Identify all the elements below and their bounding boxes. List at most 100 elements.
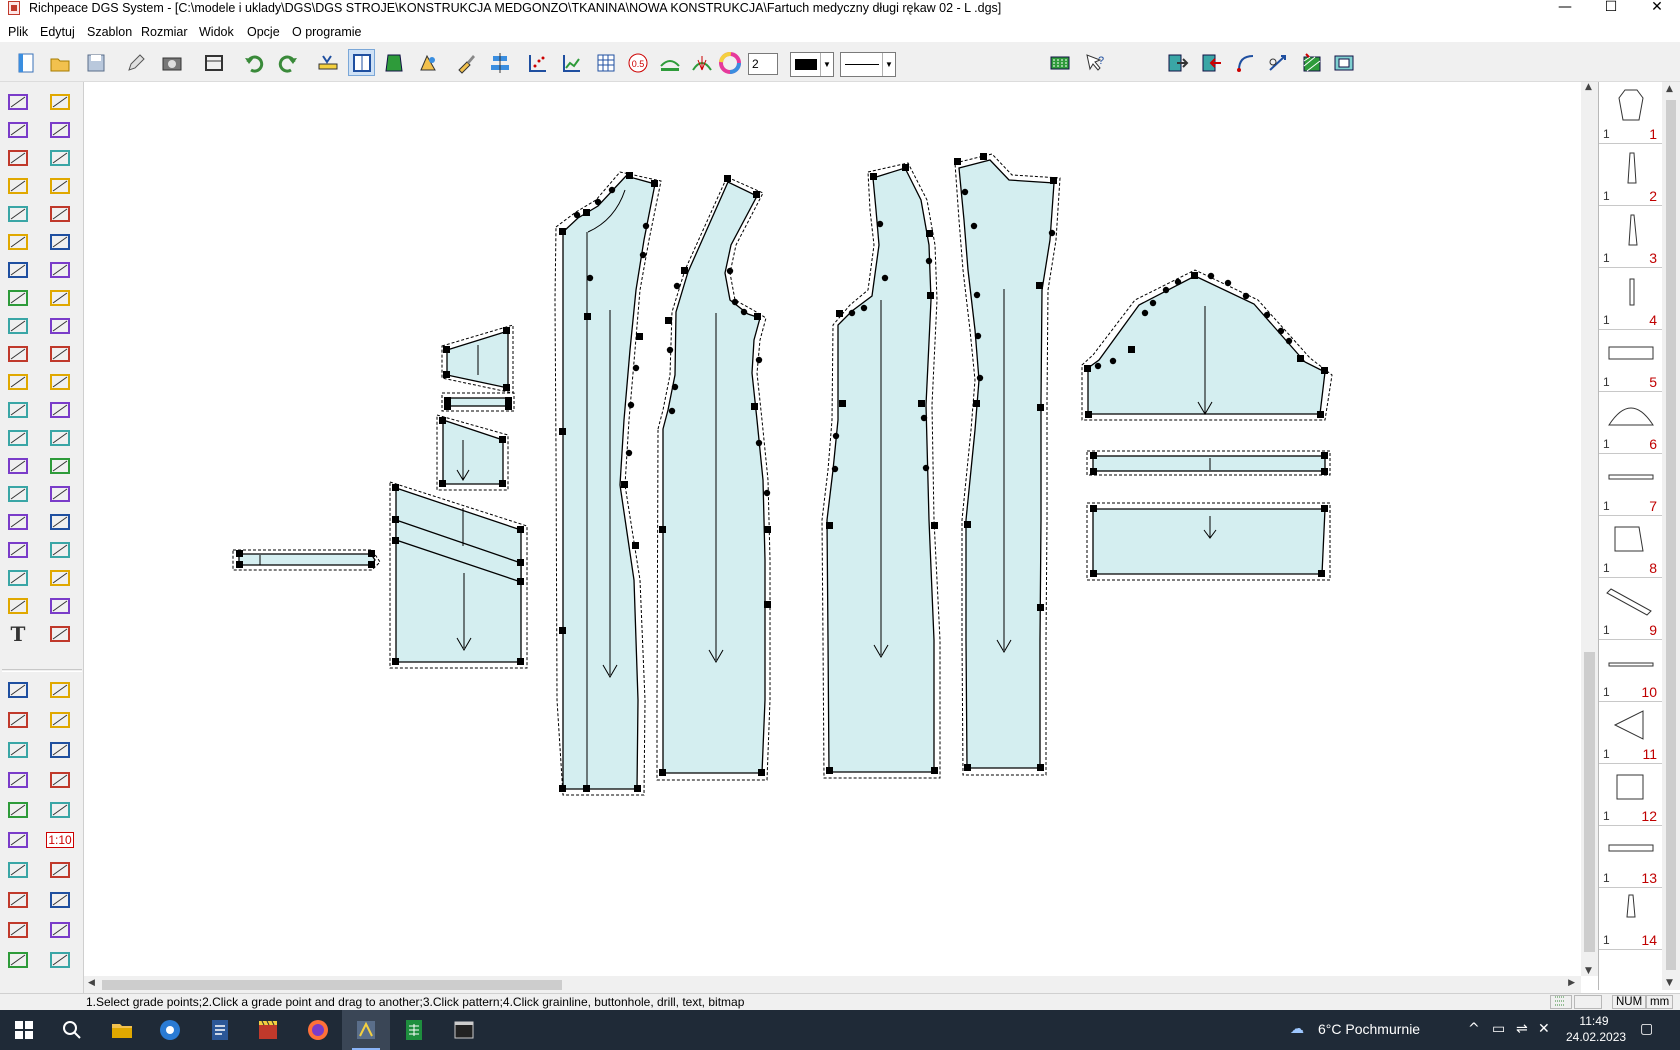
frame-icon[interactable] bbox=[1330, 49, 1357, 76]
line-style-select[interactable]: ▼ bbox=[840, 52, 896, 77]
piece-thumbnail[interactable]: 1 14 bbox=[1599, 888, 1662, 950]
piece-thumbnail[interactable]: 1 13 bbox=[1599, 826, 1662, 888]
cuff-strip-piece[interactable] bbox=[1086, 450, 1331, 476]
clock[interactable]: 11:49 24.02.2023 bbox=[1566, 1013, 1626, 1045]
scroll-up-icon[interactable]: ▲ bbox=[1585, 82, 1592, 92]
pleat-fan-icon[interactable] bbox=[46, 620, 74, 648]
new-file-icon[interactable] bbox=[12, 49, 39, 76]
split-icon[interactable] bbox=[46, 424, 74, 452]
protractor-icon[interactable] bbox=[46, 676, 74, 704]
sleeve-piece[interactable] bbox=[1081, 269, 1333, 421]
maximize-button[interactable]: ☐ bbox=[1588, 0, 1634, 17]
menu-rozmiar[interactable]: Rozmiar bbox=[141, 24, 188, 40]
network-icon[interactable]: ⇌ bbox=[1516, 1021, 1528, 1037]
file-explorer-icon[interactable] bbox=[98, 1010, 146, 1050]
rectangle-icon[interactable] bbox=[4, 144, 32, 172]
cross-point-icon[interactable] bbox=[4, 200, 32, 228]
double-line-icon[interactable] bbox=[4, 856, 32, 884]
terminal-icon[interactable] bbox=[440, 1010, 488, 1050]
cuff-piece[interactable] bbox=[1086, 502, 1331, 581]
pattern-view-icon[interactable] bbox=[348, 49, 375, 76]
import-icon[interactable] bbox=[1198, 49, 1225, 76]
scroll-left-icon[interactable]: ◀ bbox=[88, 978, 95, 988]
small-pocket-piece[interactable] bbox=[436, 414, 509, 491]
piece-list-scroll-thumb[interactable] bbox=[1666, 100, 1676, 970]
scissors-cut-icon[interactable] bbox=[4, 536, 32, 564]
belt-strip-piece[interactable] bbox=[441, 392, 515, 412]
word-icon[interactable] bbox=[196, 1010, 244, 1050]
pocket-top-piece[interactable] bbox=[441, 324, 514, 394]
table-icon[interactable] bbox=[46, 946, 74, 974]
canvas-horizontal-scrollbar[interactable]: ◀ ▶ bbox=[84, 976, 1581, 993]
export-icon[interactable] bbox=[1164, 49, 1191, 76]
stretch-icon[interactable] bbox=[46, 508, 74, 536]
open-folder-icon[interactable] bbox=[46, 49, 73, 76]
seam-icon[interactable] bbox=[46, 564, 74, 592]
sew-icon[interactable] bbox=[46, 340, 74, 368]
horizontal-scroll-thumb[interactable] bbox=[102, 980, 562, 990]
measure-icon[interactable] bbox=[46, 228, 74, 256]
pleat-icon[interactable] bbox=[46, 536, 74, 564]
compass-icon[interactable] bbox=[4, 256, 32, 284]
dgs-app-icon[interactable] bbox=[342, 1010, 390, 1050]
list-icon[interactable] bbox=[4, 592, 32, 620]
h-line-icon[interactable] bbox=[4, 826, 32, 854]
align-icon[interactable] bbox=[486, 49, 513, 76]
pen-color-select[interactable]: ▼ bbox=[790, 52, 834, 77]
weather-text[interactable]: 6°C Pochmurnie bbox=[1318, 1021, 1420, 1037]
piece-thumbnail[interactable]: 1 3 bbox=[1599, 206, 1662, 268]
line-width-input[interactable]: 2 bbox=[748, 53, 778, 75]
piece-thumbnail[interactable]: 1 7 bbox=[1599, 454, 1662, 516]
piece-list-scrollbar[interactable]: ▲ ▼ bbox=[1662, 82, 1680, 990]
fill-piece-icon[interactable] bbox=[380, 49, 407, 76]
search-icon[interactable] bbox=[48, 1010, 96, 1050]
volume-muted-icon[interactable]: ✕ bbox=[1538, 1021, 1550, 1037]
pattern-canvas[interactable]: .piece { stroke: #000; stroke-width: 1.3… bbox=[84, 82, 1580, 976]
help-icon[interactable]: ? bbox=[1080, 49, 1107, 76]
menu-szablon[interactable]: Szablon bbox=[87, 24, 132, 40]
square-point-icon[interactable] bbox=[4, 766, 32, 794]
curve-tool-icon[interactable] bbox=[1232, 49, 1259, 76]
pocket-piece[interactable] bbox=[389, 481, 528, 669]
brush-icon[interactable] bbox=[452, 49, 479, 76]
canvas-vertical-scrollbar[interactable]: ▲ ▼ bbox=[1581, 82, 1598, 976]
fan-curve-icon[interactable] bbox=[688, 49, 715, 76]
vertical-scroll-thumb[interactable] bbox=[1584, 652, 1595, 952]
collar-piece[interactable] bbox=[232, 549, 381, 571]
node-line-icon[interactable] bbox=[4, 916, 32, 944]
menu-edytuj[interactable]: Edytuj bbox=[40, 24, 75, 40]
piece-arrow-icon[interactable] bbox=[46, 796, 74, 824]
duplicate-piece-icon[interactable] bbox=[46, 200, 74, 228]
cloud-icon[interactable]: ☁ bbox=[1290, 1021, 1304, 1037]
print-frame-icon[interactable] bbox=[200, 49, 227, 76]
trapezoid-icon[interactable] bbox=[4, 706, 32, 734]
minimize-button[interactable]: — bbox=[1542, 0, 1588, 17]
scroll-down-icon[interactable]: ▼ bbox=[1585, 966, 1592, 976]
rotate-tool-icon[interactable] bbox=[1264, 49, 1291, 76]
step-line-icon[interactable] bbox=[4, 886, 32, 914]
paint-bucket-icon[interactable] bbox=[46, 396, 74, 424]
select-arrow-icon[interactable] bbox=[4, 88, 32, 116]
back-piece[interactable] bbox=[954, 153, 1061, 776]
dart-icon[interactable] bbox=[46, 368, 74, 396]
piece-thumbnail[interactable]: 1 11 bbox=[1599, 702, 1662, 764]
ruler-grade-icon[interactable] bbox=[314, 49, 341, 76]
piece-thumbnail[interactable]: 1 8 bbox=[1599, 516, 1662, 578]
smooth-curve-icon[interactable] bbox=[46, 916, 74, 944]
measure-curve-icon[interactable] bbox=[656, 49, 683, 76]
grid-table-icon[interactable] bbox=[592, 49, 619, 76]
piece-thumbnail[interactable]: 1 10 bbox=[1599, 640, 1662, 702]
scroll-up-icon[interactable]: ▲ bbox=[1666, 84, 1673, 94]
front-piece[interactable] bbox=[554, 171, 662, 796]
save-icon[interactable] bbox=[82, 49, 109, 76]
piece-thumbnail[interactable]: 1 6 bbox=[1599, 392, 1662, 454]
menu-widok[interactable]: Widok bbox=[199, 24, 234, 40]
scroll-right-icon[interactable]: ▶ bbox=[1568, 978, 1575, 988]
triangle-ruler-icon[interactable] bbox=[4, 946, 32, 974]
menu-o-programie[interactable]: O programie bbox=[292, 24, 361, 40]
select-box-icon[interactable] bbox=[46, 88, 74, 116]
ruler-icon[interactable] bbox=[4, 312, 32, 340]
firefox-icon[interactable] bbox=[294, 1010, 342, 1050]
button-icon[interactable] bbox=[46, 256, 74, 284]
scissors-icon[interactable] bbox=[4, 284, 32, 312]
